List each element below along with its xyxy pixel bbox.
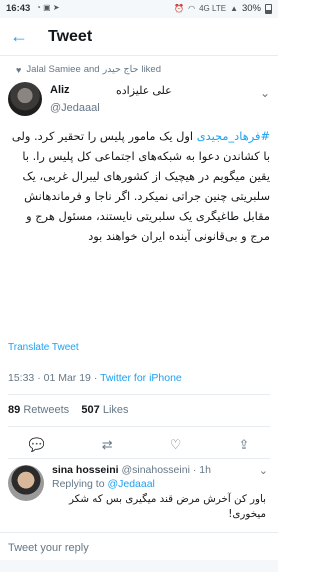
whatsapp-icon: ◔ bbox=[36, 3, 41, 12]
app-bar: ← Tweet bbox=[0, 18, 278, 56]
like-icon[interactable]: ♡ bbox=[170, 437, 182, 453]
divider bbox=[8, 394, 270, 395]
back-arrow-icon[interactable]: ← bbox=[10, 26, 28, 46]
status-time: 16:43 bbox=[6, 3, 31, 14]
like-count[interactable]: 507 bbox=[81, 404, 99, 416]
share-icon[interactable]: ⇪ bbox=[239, 437, 250, 453]
social-context[interactable]: ♥ Jalal Samiee and حاج حیدر liked bbox=[16, 64, 161, 75]
author-name[interactable]: Aliz bbox=[50, 84, 70, 96]
replying-to: Replying to @Jedaaal bbox=[52, 478, 155, 490]
signal-icon: ▲ bbox=[230, 4, 238, 13]
tweet-text: #فرهاد_مجیدی اول یک مامور پلیس را تحقیر … bbox=[8, 126, 270, 246]
tweet-date: 01 Mar 19 bbox=[43, 372, 91, 384]
divider bbox=[8, 458, 270, 459]
battery-percent: 30% bbox=[241, 3, 261, 14]
tweet-body: اول یک مامور پلیس را تحقیر کرد. ولی با ک… bbox=[11, 129, 270, 243]
liker-conjunction: and bbox=[83, 64, 100, 75]
image-icon: ▣ bbox=[43, 3, 51, 12]
alarm-icon: ⏰ bbox=[174, 4, 185, 13]
liked-suffix: liked bbox=[141, 64, 161, 75]
replying-to-handle[interactable]: @Jedaaal bbox=[107, 478, 154, 490]
meta-separator: · bbox=[37, 372, 41, 384]
reply-composer bbox=[0, 532, 278, 560]
retweet-count[interactable]: 89 bbox=[8, 404, 20, 416]
reply-icon[interactable]: 💬 bbox=[29, 437, 45, 453]
divider bbox=[8, 426, 270, 427]
status-right: ⏰ ◠ 4G LTE ▲ 30% bbox=[174, 3, 272, 14]
reply-header: sina hosseini @sinahosseini · 1h bbox=[52, 464, 211, 476]
liker-name-1: Jalal Samiee bbox=[26, 64, 81, 75]
tweet-stats: 89 Retweets 507 Likes bbox=[8, 404, 129, 416]
translate-tweet-link[interactable]: Translate Tweet bbox=[8, 342, 79, 353]
tweet-author: Aliz علی علیزاده @Jedaaal ⌄ bbox=[8, 82, 270, 120]
reply-age: 1h bbox=[199, 464, 211, 476]
status-bar: 16:43 ◔ ▣ ➤ ⏰ ◠ 4G LTE ▲ 30% bbox=[0, 0, 278, 18]
retweet-icon[interactable]: ⇄ bbox=[102, 437, 113, 453]
battery-icon bbox=[265, 3, 272, 14]
reply-author-handle[interactable]: @sinahosseini bbox=[121, 464, 189, 476]
avatar[interactable] bbox=[8, 82, 42, 116]
likes-label[interactable]: Likes bbox=[103, 404, 129, 416]
reply-text: باور کن آخرش مرض قند میگیری بس که شکر می… bbox=[69, 493, 266, 520]
page-title: Tweet bbox=[48, 28, 93, 45]
tweet-source-link[interactable]: Twitter for iPhone bbox=[100, 372, 182, 384]
hashtag-link[interactable]: #فرهاد_مجیدی bbox=[197, 129, 270, 143]
meta-separator: · bbox=[192, 464, 197, 476]
signal-label: 4G LTE bbox=[199, 4, 227, 13]
reply-author-name[interactable]: sina hosseini bbox=[52, 464, 119, 476]
system-nav-bar bbox=[0, 560, 278, 572]
tweet-meta: 15:33 · 01 Mar 19 · Twitter for iPhone bbox=[8, 372, 182, 384]
replying-to-label: Replying to bbox=[52, 478, 105, 490]
author-handle[interactable]: @Jedaaal bbox=[50, 102, 100, 114]
meta-separator: · bbox=[93, 372, 98, 384]
wifi-icon: ◠ bbox=[188, 4, 196, 13]
telegram-icon: ➤ bbox=[52, 3, 60, 12]
liker-name-2: حاج حیدر bbox=[102, 64, 139, 75]
chevron-down-icon[interactable]: ⌄ bbox=[260, 86, 270, 100]
avatar[interactable] bbox=[8, 465, 44, 501]
reply-tweet[interactable]: sina hosseini @sinahosseini · 1h ⌄ Reply… bbox=[0, 462, 278, 528]
retweets-label[interactable]: Retweets bbox=[23, 404, 69, 416]
heart-icon: ♥ bbox=[16, 64, 22, 75]
reply-input[interactable] bbox=[8, 539, 268, 557]
author-name-fa[interactable]: علی علیزاده bbox=[116, 84, 172, 97]
notification-icons: ◔ ▣ ➤ bbox=[36, 3, 60, 12]
tweet-actions: 💬 ⇄ ♡ ⇪ bbox=[0, 434, 278, 456]
tweet-time: 15:33 bbox=[8, 372, 35, 384]
chevron-down-icon[interactable]: ⌄ bbox=[259, 464, 268, 477]
